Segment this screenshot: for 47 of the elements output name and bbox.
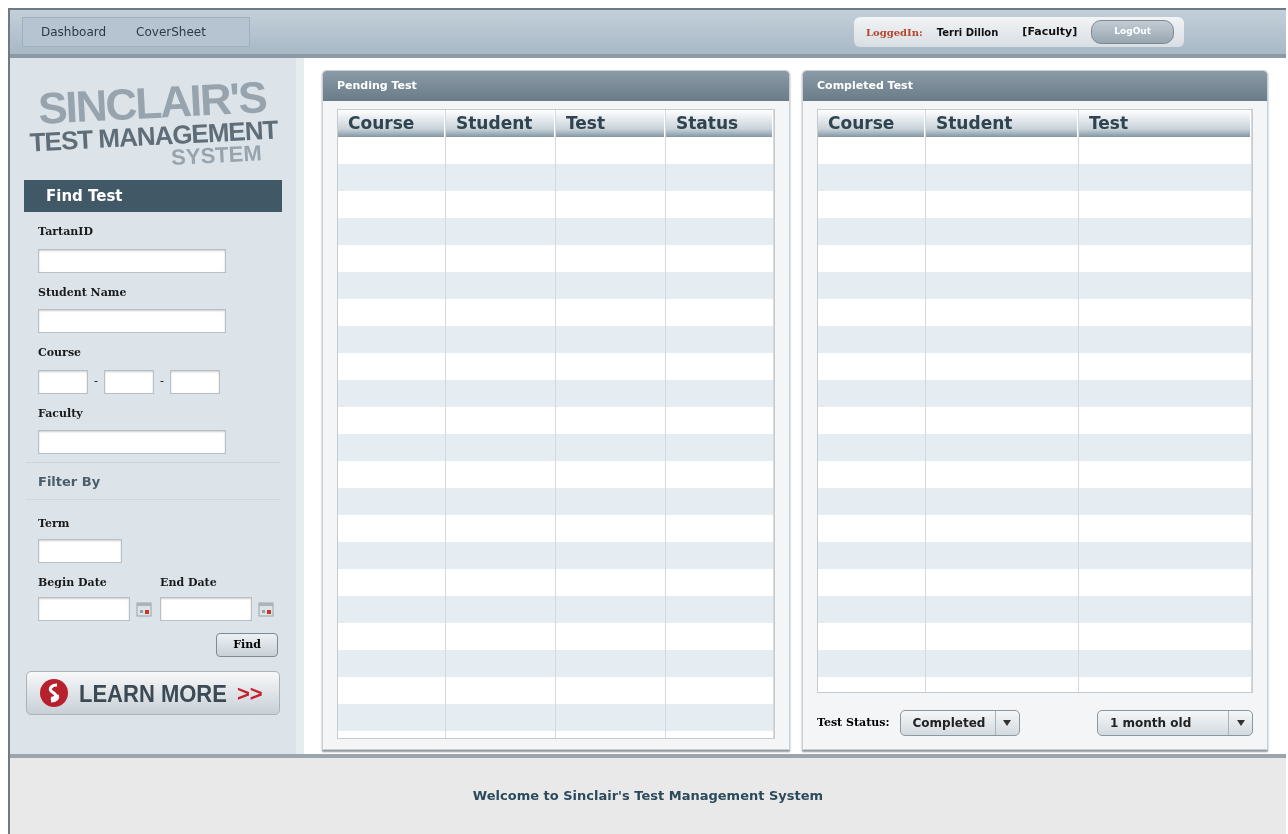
- nav-link[interactable]: Dashboard: [41, 23, 107, 41]
- column-header[interactable]: Course: [338, 110, 445, 137]
- input-field[interactable]: [160, 597, 252, 621]
- column-header[interactable]: Status: [666, 110, 773, 137]
- input-field[interactable]: [104, 369, 154, 394]
- welcome-text: Welcome to Sinclair's Test Management System: [472, 787, 824, 806]
- panel-header: Completed Test: [803, 71, 1267, 101]
- column-header[interactable]: Student: [926, 110, 1078, 137]
- calendar-icon[interactable]: [136, 601, 152, 617]
- separator: -: [160, 373, 164, 390]
- input-field[interactable]: [38, 309, 226, 333]
- field-label: TartanID: [38, 224, 94, 240]
- calendar-icon[interactable]: [258, 601, 274, 617]
- input-field[interactable]: [38, 597, 130, 621]
- field-label: Faculty: [38, 405, 84, 422]
- input-field[interactable]: [38, 430, 226, 454]
- find-button[interactable]: Find: [216, 633, 278, 657]
- caret-icon: [1236, 720, 1245, 726]
- panel-header: Pending Test: [323, 71, 789, 101]
- input-field[interactable]: [38, 538, 122, 563]
- column-header[interactable]: Test: [556, 110, 665, 137]
- dropdown[interactable]: Completed: [899, 710, 1020, 736]
- separator: -: [94, 373, 98, 390]
- learn-more-banner[interactable]: LEARN MORE >>: [26, 671, 280, 715]
- field-label: End Date: [160, 574, 218, 591]
- field-label: Term: [38, 516, 71, 532]
- column-header[interactable]: Student: [446, 110, 555, 137]
- field-label: Begin Date: [38, 574, 108, 591]
- section-header: Find Test: [24, 180, 282, 212]
- input-field[interactable]: [38, 248, 226, 273]
- input-field[interactable]: [38, 369, 88, 394]
- logged-in-label: LoggedIn:: [866, 25, 923, 40]
- arrows-text: >>: [236, 679, 263, 708]
- caret-icon: [1003, 720, 1011, 726]
- nav-link[interactable]: CoverSheet: [136, 23, 206, 41]
- section-title: Filter By: [38, 474, 101, 489]
- user-role: [Faculty]: [1022, 23, 1078, 40]
- input-field[interactable]: [169, 369, 220, 394]
- dropdown[interactable]: 1 month old: [1097, 710, 1253, 736]
- logo-icon: [39, 678, 69, 708]
- user-name: Terri Dillon: [936, 25, 999, 40]
- column-header[interactable]: Test: [1079, 110, 1251, 137]
- field-label: Student Name: [38, 284, 128, 301]
- status-label: Test Status:: [817, 714, 890, 731]
- field-label: Course: [38, 345, 83, 361]
- learn-more-text: LEARN MORE: [79, 678, 227, 709]
- column-header[interactable]: Course: [818, 110, 925, 137]
